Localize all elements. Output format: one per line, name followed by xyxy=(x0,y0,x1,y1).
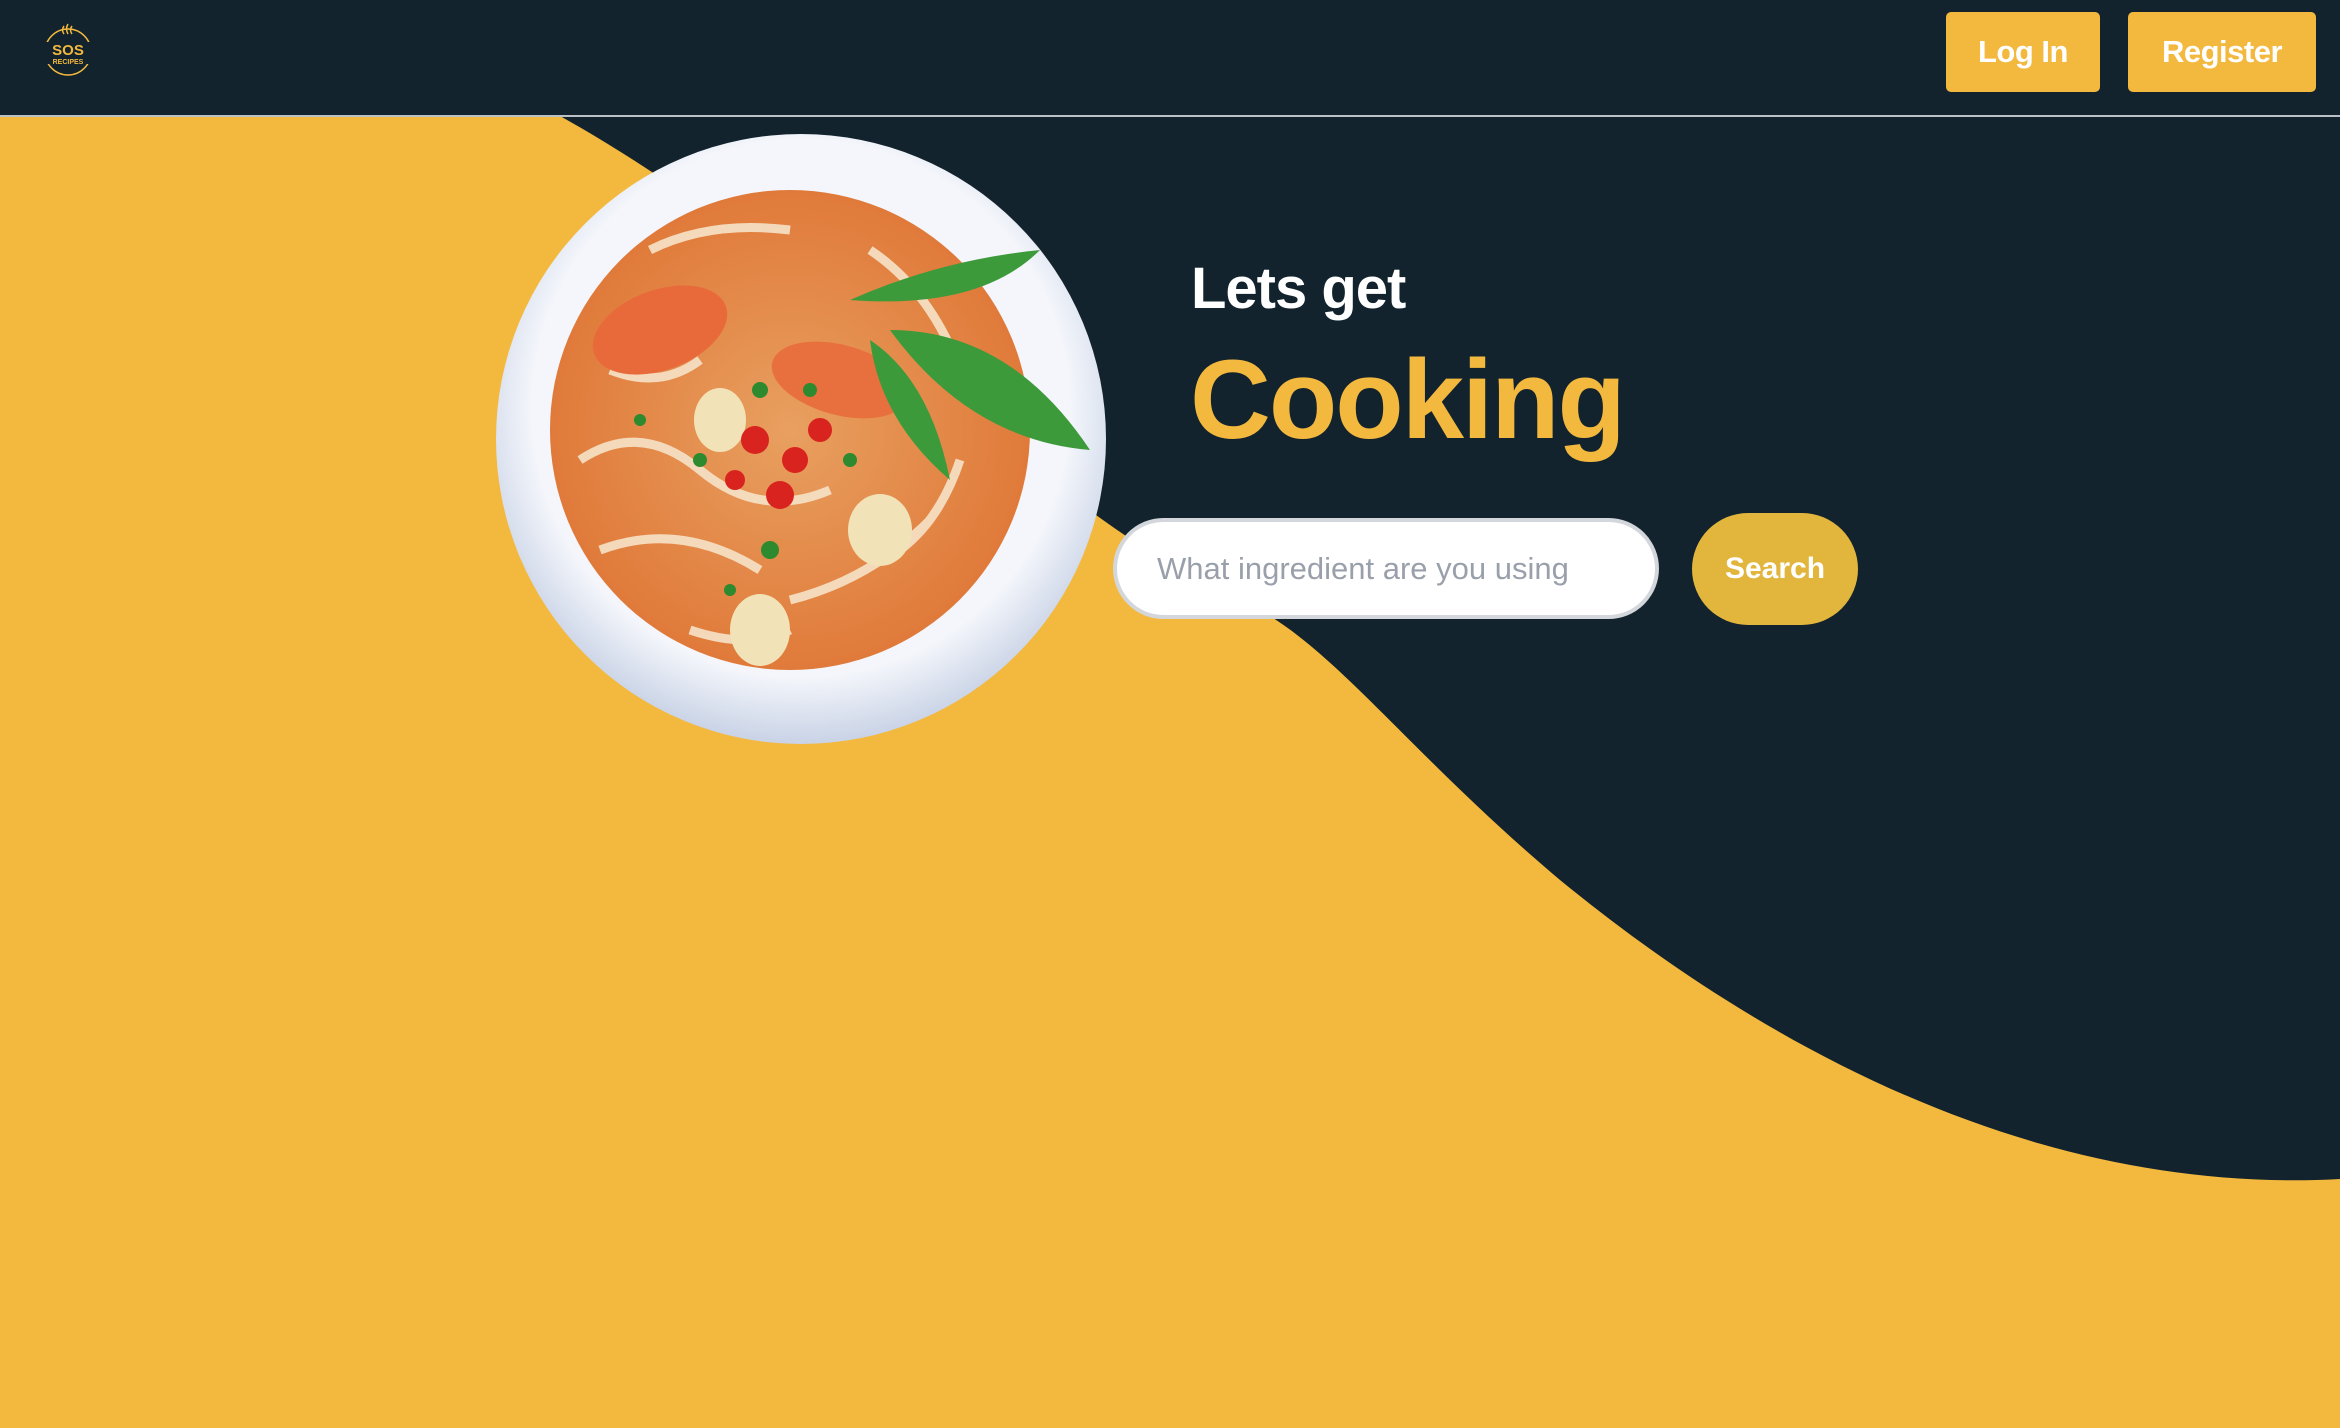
svg-text:RECIPES: RECIPES xyxy=(53,59,84,66)
register-button[interactable]: Register xyxy=(2128,12,2316,92)
ingredient-search-input[interactable] xyxy=(1113,518,1659,619)
search-button[interactable]: Search xyxy=(1692,513,1858,625)
hero-background xyxy=(560,116,2340,1181)
top-nav: SOS RECIPES Log In Register xyxy=(0,0,2340,117)
hero-title-line1: Lets get xyxy=(1191,256,1406,321)
sos-recipes-logo[interactable]: SOS RECIPES xyxy=(40,22,96,78)
noodle-bowl-image xyxy=(496,134,1106,744)
hero-title-line2: Cooking xyxy=(1190,337,1626,462)
svg-text:SOS: SOS xyxy=(52,42,84,59)
login-button[interactable]: Log In xyxy=(1946,12,2100,92)
